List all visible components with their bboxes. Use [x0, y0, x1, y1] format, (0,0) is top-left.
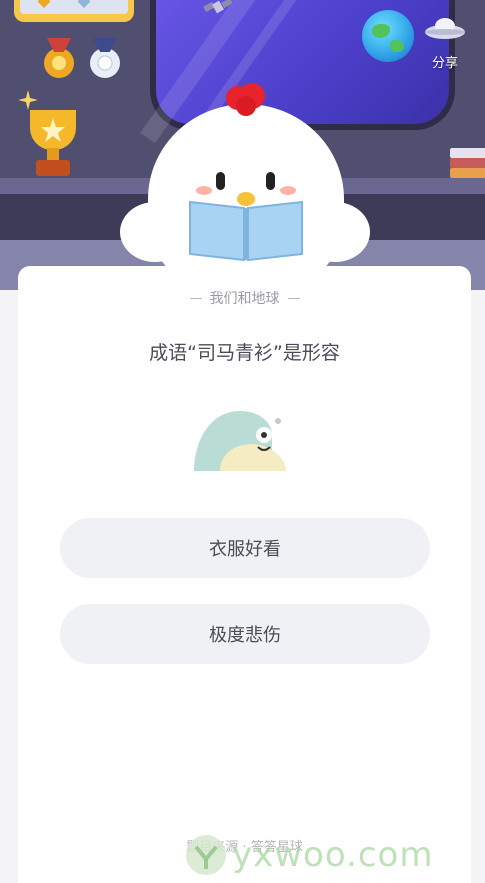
chicken-comb-icon: [226, 83, 265, 116]
answer-option-label: 衣服好看: [209, 539, 281, 560]
star-icon: [52, 56, 66, 70]
share-button[interactable]: 分享: [418, 14, 472, 76]
divider: [287, 297, 300, 299]
category-header: 我们和地球: [18, 288, 471, 308]
books-stack: [450, 140, 485, 180]
star-icon: [97, 55, 113, 71]
satellite-icon: [203, 0, 232, 14]
question-text: 成语“司马青衫”是形容: [149, 342, 340, 364]
answer-option-label: 极度悲伤: [209, 625, 281, 646]
answer-option-1[interactable]: 衣服好看: [60, 518, 430, 578]
sparkle-icon: [18, 90, 38, 110]
bronze-medal-icon: [44, 38, 74, 78]
picture-frame: [14, 0, 134, 22]
question-source: 题目来源 · 答答星球: [186, 840, 303, 855]
chicken-eye-right: [266, 172, 275, 190]
header-scene: 分享: [0, 0, 485, 290]
trophy-star-icon: [41, 118, 65, 142]
share-label: 分享: [431, 56, 458, 71]
silver-medal-icon: [90, 38, 120, 78]
earth-land: [372, 24, 390, 38]
chicken-cheek-left: [196, 186, 212, 195]
mini-medals-icon: [38, 0, 90, 8]
ufo-icon: [425, 18, 465, 39]
snail-illustration-icon: [194, 411, 286, 471]
book: [450, 148, 485, 158]
chicken-mascot: [120, 82, 370, 290]
open-book-icon: [189, 200, 303, 262]
chicken-cheek-right: [280, 186, 296, 195]
frame-inner: [20, 0, 128, 14]
chicken-eye-left: [216, 172, 225, 190]
divider: [189, 297, 202, 299]
category-title: 我们和地球: [209, 291, 280, 307]
question-card: 我们和地球 成语“司马青衫”是形容 衣服好看 极度悲伤 题目来源 · 答答星球: [18, 266, 471, 883]
trophy-base: [36, 160, 70, 176]
trophy-icon: [30, 110, 76, 150]
book: [450, 158, 485, 168]
earth-land: [390, 40, 404, 52]
earth-icon: [362, 10, 414, 62]
answer-option-2[interactable]: 极度悲伤: [60, 604, 430, 664]
book: [450, 168, 485, 178]
